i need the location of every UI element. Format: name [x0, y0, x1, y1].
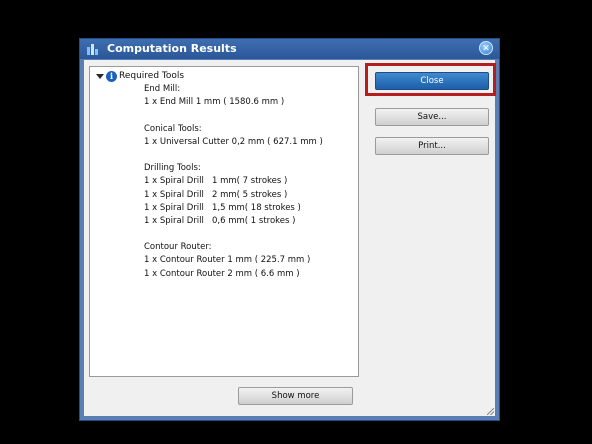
- tree-line: [144, 109, 323, 122]
- tree-line: 1 x End Mill 1 mm ( 1580.6 mm ): [144, 97, 285, 108]
- tree-root-label: Required Tools: [119, 71, 185, 81]
- results-tree[interactable]: i Required Tools End Mill: 1 x End Mill …: [89, 66, 359, 377]
- tree-line: 1 x Contour Router 1 mm ( 225.7 mm ): [144, 255, 311, 266]
- tree-line: [144, 149, 323, 162]
- tree-line: 1 x Spiral Drill 2 mm( 5 strokes ): [144, 189, 288, 200]
- tree-line: [144, 228, 323, 241]
- tree-line: 1 x Contour Router 2 mm ( 6.6 mm ): [144, 268, 300, 279]
- close-button-highlight: [365, 63, 496, 96]
- title-bar[interactable]: Computation Results ✕: [80, 39, 499, 59]
- window-title: Computation Results: [107, 42, 237, 55]
- tree-line: 1 x Spiral Drill 0,6 mm( 1 strokes ): [144, 215, 296, 226]
- tree-line: 1 x Universal Cutter 0,2 mm ( 627.1 mm ): [144, 136, 323, 147]
- dialog-content: i Required Tools End Mill: 1 x End Mill …: [84, 60, 495, 416]
- tree-line: Conical Tools:: [144, 123, 202, 134]
- show-more-button[interactable]: Show more: [238, 387, 353, 405]
- tree-line: Drilling Tools:: [144, 163, 201, 174]
- print-button[interactable]: Print...: [375, 137, 489, 155]
- save-button[interactable]: Save...: [375, 108, 489, 126]
- collapse-arrow-icon[interactable]: [96, 73, 104, 79]
- app-icon: [87, 44, 98, 55]
- resize-grip-icon[interactable]: [487, 408, 494, 415]
- tree-line: 1 x Spiral Drill 1,5 mm( 18 strokes ): [144, 202, 301, 213]
- info-icon: i: [106, 70, 117, 82]
- tree-root-required-tools[interactable]: i Required Tools: [96, 69, 184, 83]
- tree-line: 1 x Spiral Drill 1 mm( 7 strokes ): [144, 176, 288, 187]
- tree-line: Contour Router:: [144, 242, 212, 253]
- close-icon[interactable]: ✕: [479, 41, 493, 55]
- tool-list: End Mill: 1 x End Mill 1 mm ( 1580.6 mm …: [144, 83, 323, 281]
- tree-line: End Mill:: [144, 84, 181, 94]
